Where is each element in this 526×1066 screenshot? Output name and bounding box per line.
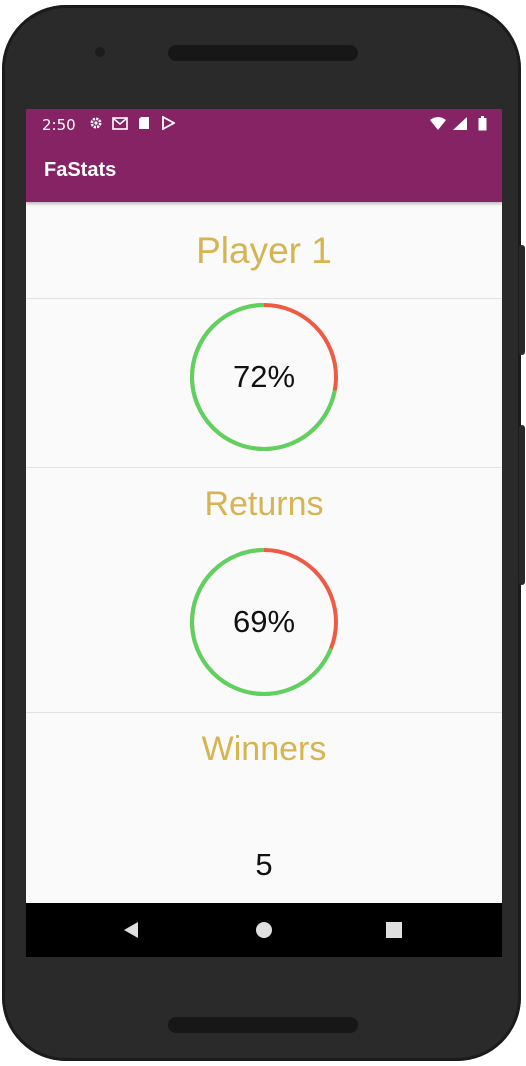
winners-value: 5 xyxy=(255,847,273,882)
recents-button[interactable] xyxy=(364,903,424,957)
app-title: FaStats xyxy=(44,159,117,181)
bottom-speaker xyxy=(168,1017,358,1033)
gauge-percent-label: 72% xyxy=(232,359,296,394)
gauge: 69% xyxy=(189,547,339,697)
divider xyxy=(26,712,502,713)
gear-icon xyxy=(88,115,104,131)
power-button xyxy=(519,245,525,355)
divider xyxy=(26,298,502,299)
back-button[interactable] xyxy=(101,903,161,957)
gmail-icon xyxy=(112,115,128,131)
divider xyxy=(26,467,502,468)
status-bar: 2:50 xyxy=(26,109,502,140)
stats-content: Player 1 72% Returns 69% Winners 5 xyxy=(26,202,502,903)
player-name: Player 1 xyxy=(196,230,332,271)
status-time: 2:50 xyxy=(42,116,76,134)
gauge: 72% xyxy=(189,302,339,452)
top-speaker xyxy=(168,45,358,61)
front-camera xyxy=(95,47,105,57)
screen: 2:50 FaStats Player 1 72% Returns 69% Wi… xyxy=(26,109,502,957)
section-title: Winners xyxy=(201,730,327,768)
battery-icon xyxy=(474,115,490,131)
phone-frame: 2:50 FaStats Player 1 72% Returns 69% Wi… xyxy=(2,5,525,1061)
navigation-bar xyxy=(26,903,502,957)
app-bar: FaStats xyxy=(26,140,502,202)
sd-card-icon xyxy=(136,115,152,131)
signal-icon xyxy=(452,115,468,131)
back-icon xyxy=(124,922,138,938)
home-button[interactable] xyxy=(234,903,294,957)
volume-button xyxy=(519,425,525,585)
recents-icon xyxy=(386,922,402,938)
play-store-icon xyxy=(160,115,176,131)
gauge-percent-label: 69% xyxy=(232,604,296,639)
home-icon xyxy=(256,922,272,938)
section-title: Returns xyxy=(204,485,324,523)
wifi-icon xyxy=(430,115,446,131)
